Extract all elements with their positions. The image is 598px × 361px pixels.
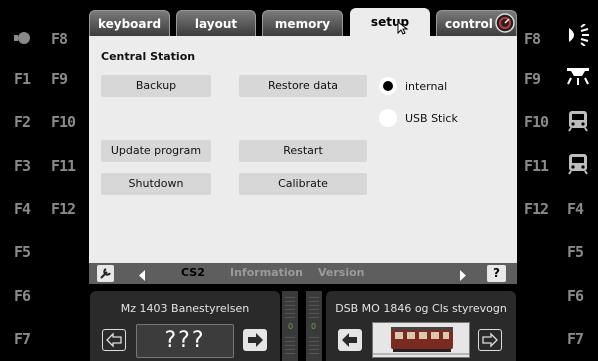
loco-panel-left: Mz 1403 Banestyrelsen ??? <box>90 291 280 361</box>
fkey-left-f4[interactable]: F4 <box>14 200 31 218</box>
usb-stick-radio[interactable] <box>379 109 397 127</box>
mouse-cursor-icon <box>397 21 409 35</box>
train-icon-2[interactable] <box>567 153 589 179</box>
fkey-left-f3[interactable]: F3 <box>14 157 31 175</box>
loco-display-text: ??? <box>164 328 206 353</box>
direction-left-button-right-loco[interactable] <box>338 329 362 351</box>
interior-light-icon[interactable] <box>565 66 591 90</box>
fkey-right-f7[interactable]: F7 <box>567 330 584 348</box>
tab-control-label: control <box>445 17 493 31</box>
tab-control[interactable]: control <box>436 10 517 36</box>
setup-panel: Central Station Backup Restore data Upda… <box>89 36 517 284</box>
fkey-left-f7[interactable]: F7 <box>14 330 31 348</box>
fkey-right-f6[interactable]: F6 <box>567 287 584 305</box>
version-label: Version <box>318 266 365 279</box>
help-button[interactable]: ? <box>487 265 506 282</box>
loco-image-right[interactable] <box>372 322 470 358</box>
fkey-right-f4[interactable]: F4 <box>567 200 584 218</box>
tab-setup[interactable]: setup <box>350 8 430 38</box>
fkey-left-f9[interactable]: F9 <box>51 70 68 88</box>
fkey-left-f6[interactable]: F6 <box>14 287 31 305</box>
fkey-left-f2[interactable]: F2 <box>14 113 31 131</box>
loco-panel-right: DSB MO 1846 og Cls styrevogn <box>326 291 516 361</box>
fkey-right-f10[interactable]: F10 <box>524 113 549 131</box>
fkey-right-f12[interactable]: F12 <box>524 200 549 218</box>
shutdown-button[interactable]: Shutdown <box>101 173 211 195</box>
fkey-right-f8[interactable]: F8 <box>524 30 541 48</box>
train-icon[interactable] <box>567 110 589 136</box>
headlight-icon[interactable] <box>565 23 591 50</box>
fkey-left-f5[interactable]: F5 <box>14 243 31 261</box>
fkey-right-f9[interactable]: F9 <box>524 70 541 88</box>
internal-radio-label: internal <box>405 80 448 93</box>
direction-left-button[interactable] <box>102 329 126 351</box>
fkey-left-f11[interactable]: F11 <box>51 157 76 175</box>
fkey-left-f1[interactable]: F1 <box>14 70 31 88</box>
fkey-right-f11[interactable]: F11 <box>524 157 549 175</box>
information-label: Information <box>230 266 303 279</box>
wrench-icon[interactable] <box>97 265 114 282</box>
railcar-image-icon <box>373 323 469 357</box>
direction-right-button-left-loco[interactable] <box>243 329 267 351</box>
loco-display-left[interactable]: ??? <box>136 324 234 358</box>
direction-right-button[interactable] <box>478 329 502 351</box>
prev-arrow-icon[interactable] <box>137 267 147 286</box>
update-program-button[interactable]: Update program <box>101 140 211 162</box>
next-arrow-icon[interactable] <box>458 267 468 286</box>
tab-memory[interactable]: memory <box>262 10 343 36</box>
fkey-left-f8[interactable]: F8 <box>51 30 68 48</box>
info-bar: CS2 Information Version ? <box>89 263 517 284</box>
cs2-label: CS2 <box>181 266 205 279</box>
restart-button[interactable]: Restart <box>239 140 367 162</box>
tab-layout[interactable]: layout <box>176 10 256 36</box>
fkey-right-f5[interactable]: F5 <box>567 243 584 261</box>
fkey-left-f12[interactable]: F12 <box>51 200 76 218</box>
speedometer-icon <box>495 13 515 33</box>
calibrate-button[interactable]: Calibrate <box>239 173 367 195</box>
light-toggle-icon[interactable] <box>14 30 34 50</box>
speed-value-right: 0 <box>311 322 317 331</box>
internal-radio[interactable] <box>379 77 397 95</box>
loco-name-right: DSB MO 1846 og Cls styrevogn <box>335 302 507 315</box>
usb-stick-radio-label: USB Stick <box>405 112 458 125</box>
speed-value-left: 0 <box>288 322 294 331</box>
restore-data-button[interactable]: Restore data <box>239 75 367 97</box>
backup-button[interactable]: Backup <box>101 75 211 97</box>
radio-selected-dot <box>383 81 393 91</box>
tab-keyboard[interactable]: keyboard <box>89 10 170 36</box>
panel-title: Central Station <box>101 50 196 63</box>
fkey-left-f10[interactable]: F10 <box>51 113 76 131</box>
loco-name-left: Mz 1403 Banestyrelsen <box>120 302 250 315</box>
